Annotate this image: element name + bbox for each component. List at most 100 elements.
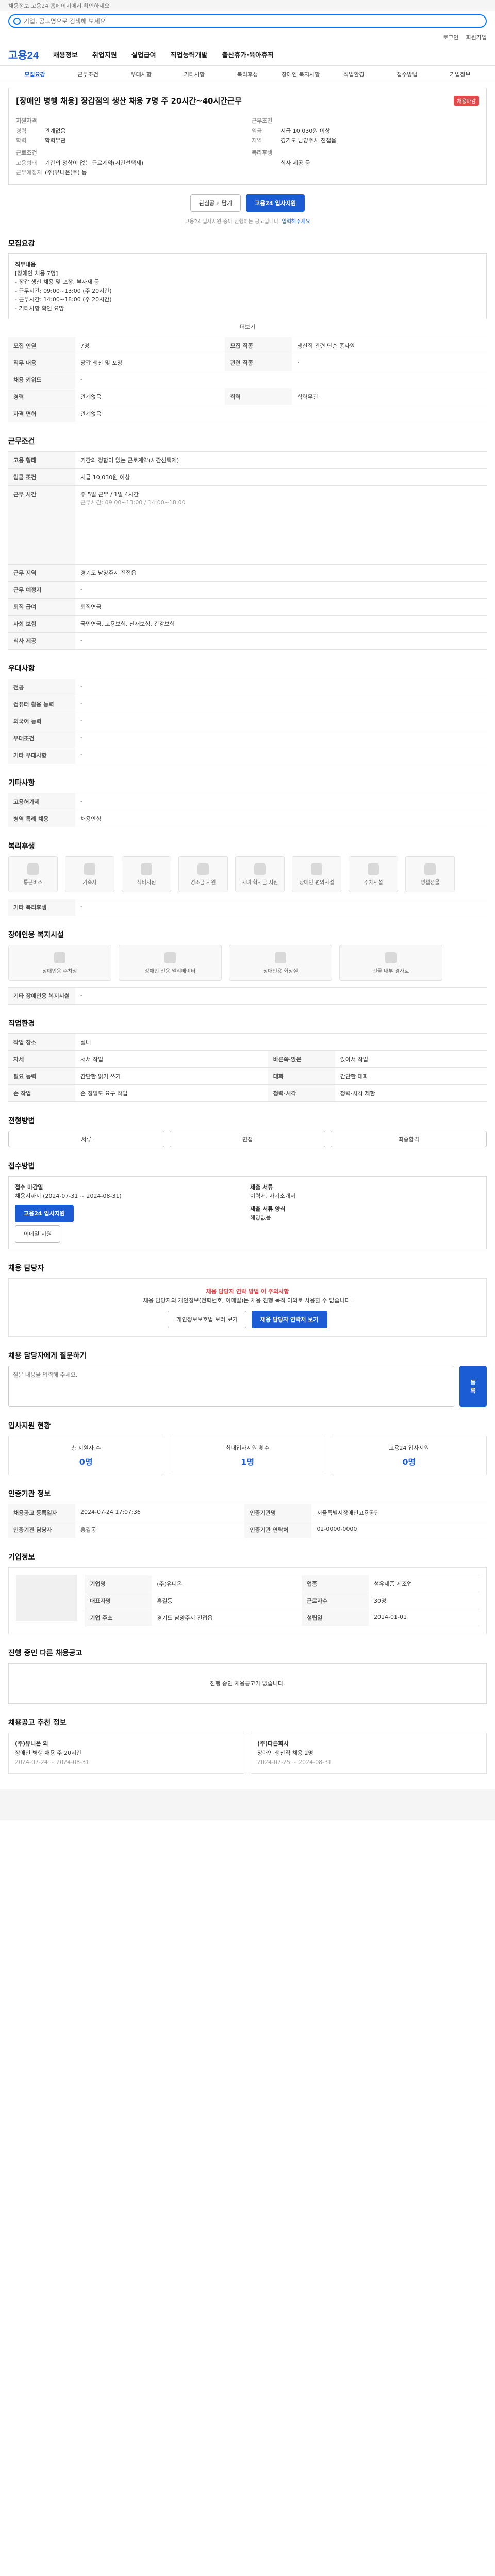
tab-welfare[interactable]: 복리후생 <box>221 70 274 78</box>
meal-icon <box>141 863 152 875</box>
job-title: [장애인 병행 채용] 장갑점의 생산 채용 7명 주 20시간~40시간근무 <box>16 96 242 106</box>
recommend-item[interactable]: (주)유니온 외 장애인 병행 채용 주 20시간 2024-07-24 ~ 2… <box>8 1733 244 1774</box>
school-icon <box>254 863 266 875</box>
gnb-item-support[interactable]: 취업지원 <box>92 49 117 59</box>
search-input[interactable] <box>21 18 482 25</box>
process-steps: 서류 면접 최종합격 <box>8 1131 487 1147</box>
footer <box>0 1789 495 1820</box>
gnb-item-benefit[interactable]: 실업급여 <box>131 49 156 59</box>
show-contact-button[interactable]: 채용 담당자 연락처 보기 <box>251 1311 327 1328</box>
question-input[interactable] <box>8 1366 455 1407</box>
search-icon[interactable] <box>13 18 21 25</box>
section-tabs: 모집요강 근무조건 우대사항 기타사항 복리후생 장애인 복지사항 직업환경 접… <box>0 66 495 82</box>
section-title-process: 전형방법 <box>8 1117 35 1125</box>
preference-table: 전공 - 컴퓨터 활용 능력 - 외국어 능력 - 우대조건 - 기타 우대사항 - <box>8 679 487 764</box>
parking-icon <box>54 952 65 963</box>
gnb-item-jobs[interactable]: 채용정보 <box>53 49 78 59</box>
welfare-icons: 통근버스 기숙사 식비지원 경조금 지원 자녀 학자금 지원 장애인 편의시설 … <box>8 856 487 892</box>
cert-table: 채용공고 등록일자 2024-07-24 17:07:36 인증기관명 서울특별시장애… <box>8 1504 487 1538</box>
join-link[interactable]: 회원가입 <box>466 33 487 41</box>
table-row: 작업 장소 실내 <box>8 1033 487 1051</box>
email-apply-button[interactable]: 이메일 지원 <box>15 1225 61 1243</box>
etc-table: 고용허가제 - 병역 특례 채용 채용안함 <box>8 793 487 827</box>
section-title-conditions: 근무조건 <box>8 437 35 446</box>
section-title-question: 채용 담당자에게 질문하기 <box>8 1352 87 1360</box>
table-row: 채용공고 등록일자 2024-07-24 17:07:36 인증기관명 서울특별시장애… <box>8 1504 487 1521</box>
section-title-requirements: 모집요강 <box>8 240 35 248</box>
apply-button-2[interactable]: 고용24 입사지원 <box>15 1205 74 1222</box>
section-title-contact: 채용 담당자 <box>8 1264 44 1273</box>
section-title-recommend: 채용공고 추천 정보 <box>8 1719 67 1727</box>
table-row: 우대조건 - <box>8 730 487 747</box>
welfare-item: 주차시설 <box>349 856 398 892</box>
welfare-item: 통근버스 <box>8 856 58 892</box>
status-badge: 채용마감 <box>454 96 479 106</box>
like-button[interactable]: 관심공고 담기 <box>190 194 241 212</box>
company-table: 기업명 (주)유니온 업종 섬유제품 제조업 대표자명 홍길동 근로자수 30명 기업 주소… <box>85 1575 479 1626</box>
tab-etc[interactable]: 기타사항 <box>168 70 221 78</box>
step-item: 최종합격 <box>331 1131 487 1147</box>
tab-company[interactable]: 기업정보 <box>434 70 487 78</box>
table-row: 자격 면허 관계없음 <box>8 405 487 422</box>
summary-right: 근무조건 임금 시급 10,030원 이상 지역 경기도 남양주시 진접읍 복리후생… <box>252 117 337 166</box>
contact-warning: 채용 담당자 연락 방법 이 주의사항 채용 담당자의 개인정보(전화번호, 이… <box>8 1278 487 1337</box>
tab-requirements[interactable]: 모집요강 <box>8 70 61 78</box>
stat-item: 총 지원자 수 0명 <box>8 1436 164 1475</box>
tab-apply[interactable]: 접수방법 <box>381 70 434 78</box>
welfare-item: 식비지원 <box>122 856 171 892</box>
summary-left: 지원자격 경력 관계없음 학력 학력무관 근로조건 고용형태 기간의 정함이 없는 근… <box>16 117 144 176</box>
gnb-item-leave[interactable]: 출산휴가·육아휴직 <box>222 49 274 59</box>
tab-conditions[interactable]: 근무조건 <box>61 70 114 78</box>
dorm-icon <box>84 863 95 875</box>
welfare-item: 자녀 학자금 지원 <box>235 856 285 892</box>
table-row: 사회 보험 국민연금, 고용보험, 산재보험, 건강보험 <box>8 615 487 633</box>
section-title-cert: 인증기관 정보 <box>8 1490 51 1498</box>
disability-item: 장애인용 화장실 <box>229 945 332 981</box>
section-title-etc: 기타사항 <box>8 779 35 787</box>
privacy-button[interactable]: 개인정보보호법 보러 보기 <box>168 1311 246 1328</box>
section-title-other-jobs: 진행 중인 다른 채용공고 <box>8 1649 82 1657</box>
more-button[interactable]: 더보기 <box>8 323 487 331</box>
table-row: 전공 - <box>8 679 487 696</box>
welfare-item: 명절선물 <box>405 856 455 892</box>
table-row: 자세 서서 작업 바른쪽·앉은 앉아서 작업 <box>8 1050 487 1068</box>
apply-button[interactable]: 고용24 입사지원 <box>246 194 305 212</box>
conditions-table: 고용 형태 기간의 정함이 없는 근로계약(시간선택제) 임금 조건 시급 10,0… <box>8 451 487 650</box>
stat-item: 최대입사지원 횟수 1명 <box>170 1436 325 1475</box>
apply-status: 총 지원자 수 0명 최대입사지원 횟수 1명 고용24 입사지원 0명 <box>8 1436 487 1475</box>
table-row: 모집 인원 7명 모집 직종 생산직 관련 단순 종사원 <box>8 337 487 354</box>
tab-environment[interactable]: 직업환경 <box>327 70 381 78</box>
holiday-icon <box>424 863 436 875</box>
disability-icons: 장애인용 주차장 장애인 전용 엘리베이터 장애인용 화장실 건물 내부 경사로 <box>8 945 487 981</box>
table-row: 손 작업 손 정밀도 요구 작업 청력·시각 청력·시각 제한 <box>8 1084 487 1102</box>
table-row: 인증기관 담당자 홍길동 인증기관 연락처 02-0000-0000 <box>8 1521 487 1538</box>
section-title-welfare: 복리후생 <box>8 842 35 851</box>
requirements-table: 모집 인원 7명 모집 직종 생산직 관련 단순 종사원 직무 내용 장갑 생산 및 포… <box>8 337 487 422</box>
stat-item: 고용24 입사지원 0명 <box>331 1436 487 1475</box>
parking-icon <box>368 863 379 875</box>
tab-preference[interactable]: 우대사항 <box>114 70 168 78</box>
ramp-icon <box>385 952 397 963</box>
table-row: 직무 내용 장갑 생산 및 포장 관련 직종 - <box>8 354 487 371</box>
table-row: 근무 지역 경기도 남양주시 진접읍 <box>8 564 487 582</box>
welfare-extra: 기타 복리후생 - <box>8 899 487 916</box>
login-link[interactable]: 로그인 <box>443 33 458 41</box>
table-row: 병역 특례 채용 채용안함 <box>8 810 487 827</box>
gnb-item-training[interactable]: 직업능력개발 <box>171 49 208 59</box>
gift-icon <box>197 863 209 875</box>
logo[interactable]: 고용24 <box>8 47 39 62</box>
table-row: 근무 시간 주 5일 근무 / 1일 4시간 근무시간: 09:00~13:00 /… <box>8 485 487 565</box>
section-title-company: 기업정보 <box>8 1553 35 1562</box>
recommend-item[interactable]: (주)다른회사 장애인 생산직 채용 2명 2024-07-25 ~ 2024-… <box>251 1733 487 1774</box>
table-row: 식사 제공 - <box>8 632 487 650</box>
page: 채용정보 고용24 홈페이지에서 확인하세요 로그인 회원가입 고용24 채용정… <box>0 0 495 1820</box>
util-menu: 로그인 회원가입 <box>0 31 495 43</box>
welfare-item: 기숙사 <box>65 856 114 892</box>
question-submit-button[interactable]: 등록 <box>459 1366 487 1407</box>
tab-disability[interactable]: 장애인 복지사항 <box>274 70 327 78</box>
company-box: 기업명 (주)유니온 업종 섬유제품 제조업 대표자명 홍길동 근로자수 30명 기업 주소… <box>8 1567 487 1634</box>
table-row: 고용 형태 기간의 정함이 없는 근로계약(시간선택제) <box>8 451 487 469</box>
search-box[interactable] <box>8 14 487 28</box>
bus-icon <box>27 863 39 875</box>
search-row <box>0 11 495 31</box>
